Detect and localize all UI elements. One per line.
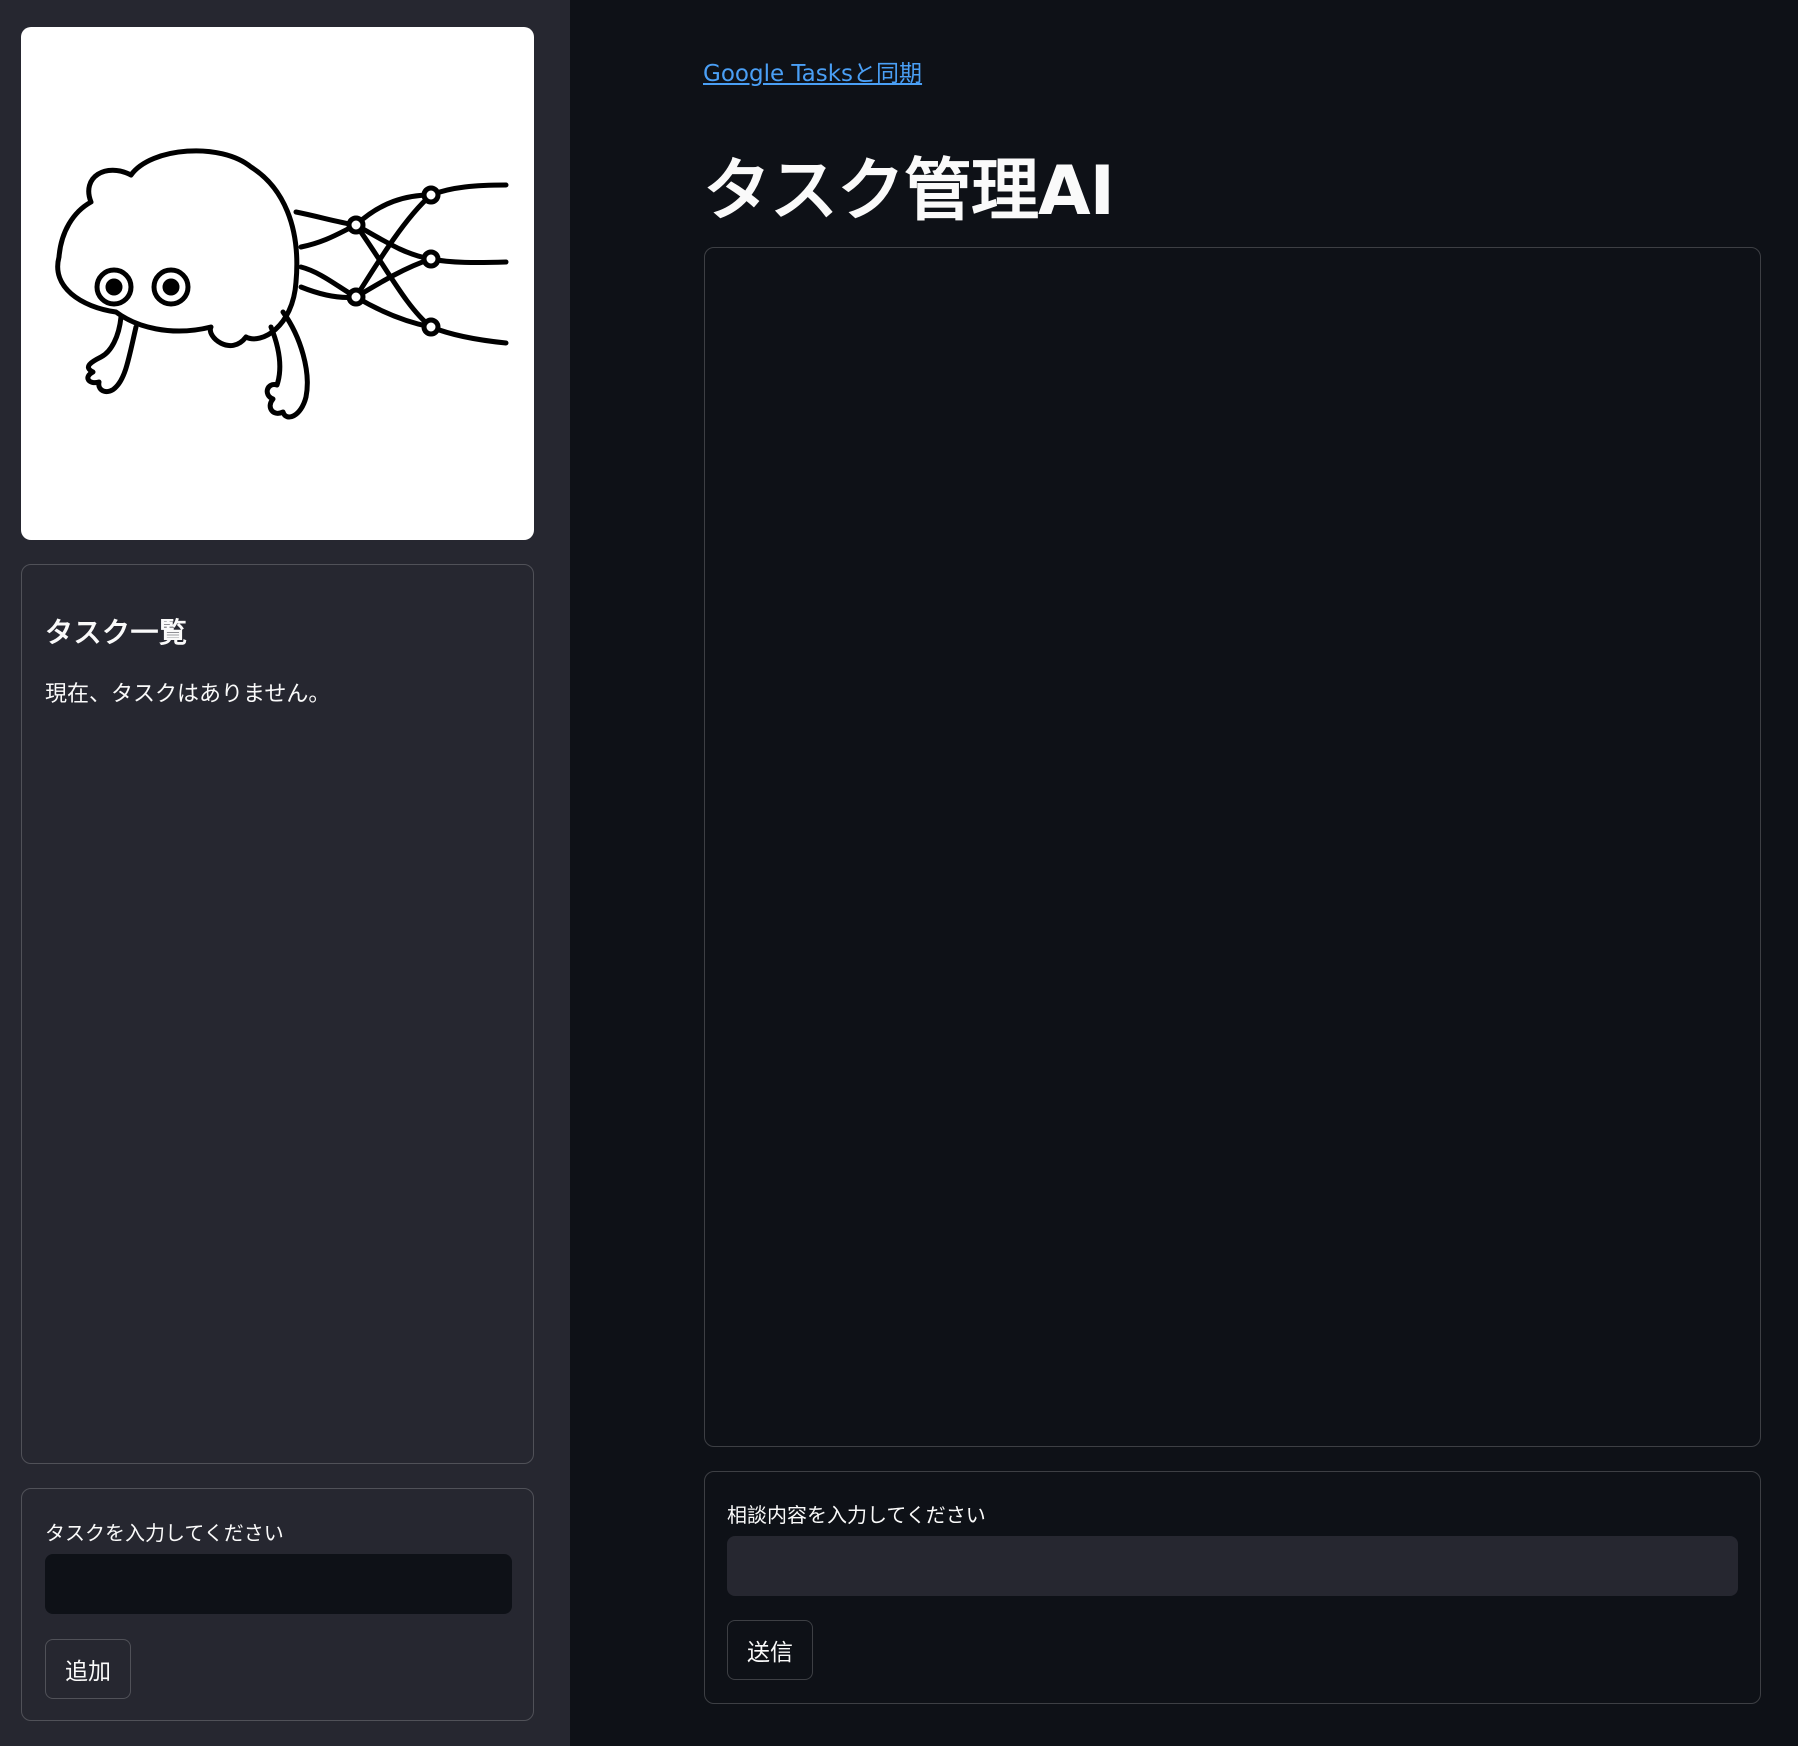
add-task-button[interactable]: 追加 bbox=[45, 1639, 131, 1699]
logo-image bbox=[21, 27, 534, 540]
task-input-label: タスクを入力してください bbox=[45, 1521, 284, 1545]
page-title: タスク管理AI bbox=[703, 152, 1115, 231]
chat-history-area bbox=[704, 247, 1761, 1447]
task-list-panel: タスク一覧 現在、タスクはありません。 bbox=[21, 564, 534, 1464]
send-button[interactable]: 送信 bbox=[727, 1620, 813, 1680]
task-list-heading: タスク一覧 bbox=[45, 616, 188, 649]
task-form: タスクを入力してください 追加 bbox=[21, 1488, 534, 1721]
app-window: タスク一覧 現在、タスクはありません。 タスクを入力してください 追加 Goog… bbox=[0, 0, 1798, 1746]
consult-input-label: 相談内容を入力してください bbox=[727, 1503, 986, 1527]
google-tasks-sync-link[interactable]: Google Tasksと同期 bbox=[703, 54, 922, 88]
task-list-empty-message: 現在、タスクはありません。 bbox=[45, 682, 331, 707]
frog-neural-network-icon bbox=[55, 148, 509, 420]
sidebar: タスク一覧 現在、タスクはありません。 タスクを入力してください 追加 bbox=[0, 0, 570, 1746]
consult-input[interactable] bbox=[727, 1536, 1738, 1596]
task-input[interactable] bbox=[45, 1554, 512, 1614]
consult-form: 相談内容を入力してください 送信 bbox=[704, 1471, 1761, 1704]
main-content: Google Tasksと同期 タスク管理AI 相談内容を入力してください 送信 bbox=[570, 0, 1798, 1746]
